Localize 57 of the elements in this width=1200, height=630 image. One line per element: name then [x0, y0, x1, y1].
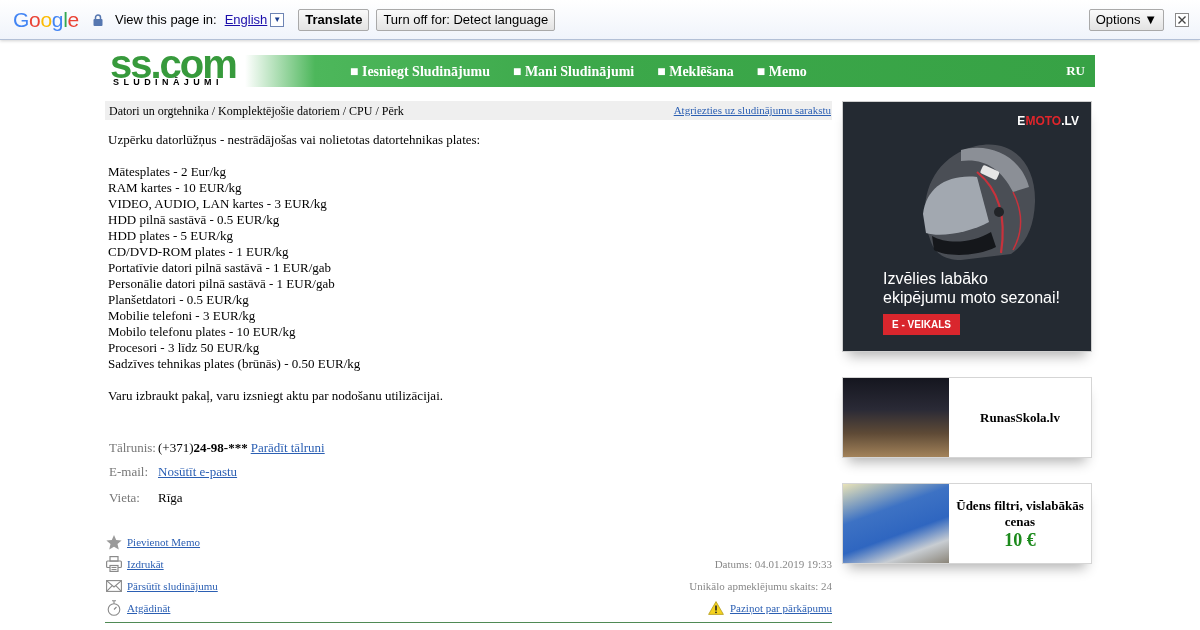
translate-button[interactable]: Translate	[298, 8, 370, 31]
back-link[interactable]: Atgriezties uz sludinājumu sarakstu	[673, 102, 831, 119]
phone-number: (+371)24-98-***	[158, 439, 248, 458]
post-date: Datums: 04.01.2019 19:33	[714, 556, 832, 572]
envelope-icon	[106, 580, 122, 592]
ad-banner[interactable]: EMOTO.LV Izvēlies labāko ekipējumu moto sezonai! E - VEIKALS	[842, 101, 1092, 352]
price-line: HDD plates - 5 EUR/kg	[108, 228, 234, 244]
logo-subtitle: SLUDINĀJUMI	[113, 77, 223, 88]
send-email-link[interactable]: Nosūtīt e-pastu	[158, 462, 238, 482]
stopwatch-icon	[106, 600, 122, 616]
price-line: Mobilie telefoni - 3 EUR/kg	[108, 308, 257, 324]
site-logo[interactable]: ss.com	[110, 52, 236, 76]
price-line: Mātesplates - 2 Eur/kg	[108, 164, 228, 180]
show-phone-link[interactable]: Parādīt tālruni	[250, 438, 325, 458]
star-icon	[106, 534, 122, 550]
action-link[interactable]: Izdrukāt	[127, 555, 164, 573]
google-logo: Google	[13, 9, 79, 30]
shop-button[interactable]: E - VEIKALS	[883, 314, 960, 335]
description-text: Varu izbraukt pakaļ, varu izsniegt aktu par nodošanu utilizācijai.	[108, 388, 444, 404]
ad-card[interactable]: RunasSkola.lv	[842, 377, 1092, 458]
close-icon	[1178, 15, 1186, 24]
lock-icon	[93, 13, 103, 26]
price-line: RAM kartes - 10 EUR/kg	[108, 180, 243, 196]
price-line: Planšetdatori - 0.5 EUR/kg	[108, 292, 250, 308]
ad-headline: Izvēlies labāko ekipējumu moto sezonai!	[883, 269, 1060, 307]
price-line: VIDEO, AUDIO, LAN kartes - 3 EUR/kg	[108, 196, 328, 212]
contact-label: E-mail:	[108, 463, 149, 482]
translate-prompt: View this page in:	[115, 10, 217, 29]
language-dropdown[interactable]: ▼	[270, 12, 285, 27]
ad-title: RunasSkola.lv	[980, 409, 1060, 426]
action-link[interactable]: Pievienot Memo	[127, 533, 201, 551]
printer-icon	[106, 556, 122, 572]
close-button[interactable]	[1175, 12, 1189, 27]
ad-card[interactable]: Ūdens filtri, vislabākās cenas 10 €	[842, 483, 1092, 564]
price-line: Personālie datori pilnā sastāvā - 1 EUR/gab	[108, 276, 336, 292]
price-line: Sadzīves tehnikas plates (brūnās) - 0.50 EUR/kg	[108, 356, 362, 372]
action-link[interactable]: Pārsūtīt sludinājumu	[127, 577, 218, 595]
options-button[interactable]: Options ▼	[1088, 8, 1164, 31]
description-text: Uzpērku datorlūžņus - nestrādājošas vai nolietotas datortehnikas plates:	[108, 132, 482, 148]
ad-brand: EMOTO.LV	[1017, 114, 1079, 128]
ad-price: 10 €	[1004, 529, 1036, 550]
price-line: CD/DVD-ROM plates - 1 EUR/kg	[108, 244, 290, 260]
warning-icon	[707, 601, 724, 615]
breadcrumb: Datori un orgtehnika / Komplektējošie datoriem / CPU / Pērk	[109, 102, 404, 120]
contact-label: Tālrunis:	[108, 439, 157, 458]
price-line: Procesori - 3 līdz 50 EUR/kg	[108, 340, 261, 356]
view-count: Unikālo apmeklējumu skaits: 24	[689, 578, 832, 594]
price-line: Portatīvie datori pilnā sastāvā - 1 EUR/gab	[108, 260, 333, 276]
action-link[interactable]: Atgādināt	[127, 599, 171, 617]
report-link[interactable]: Paziņot par pārkāpumu	[729, 599, 832, 617]
price-line: Mobilo telefonu plates - 10 EUR/kg	[108, 324, 297, 340]
price-line: HDD pilnā sastāvā - 0.5 EUR/kg	[108, 212, 281, 228]
turn-off-button[interactable]: Turn off for: Detect language	[376, 8, 556, 31]
language-link[interactable]: English	[224, 9, 268, 30]
contact-label: Vieta:	[108, 489, 141, 508]
ad-title: Ūdens filtri, vislabākās cenas	[955, 497, 1085, 530]
place-value: Rīga	[158, 489, 183, 508]
